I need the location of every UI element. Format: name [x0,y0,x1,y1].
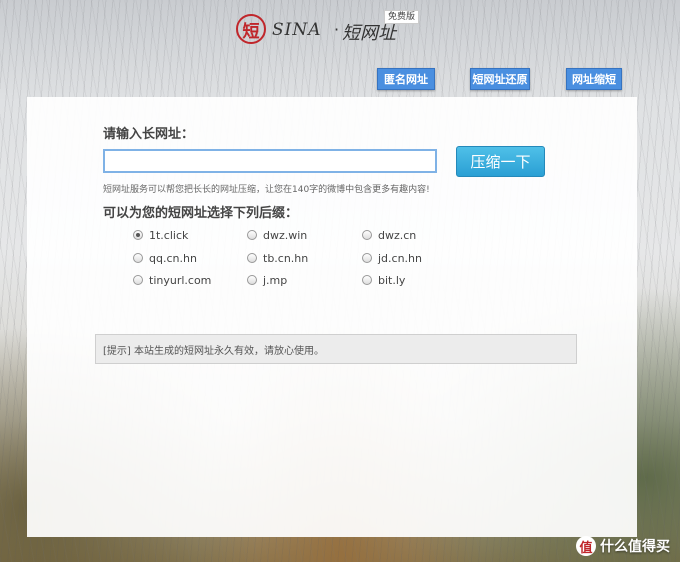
suffix-label-text: tinyurl.com [149,273,212,287]
suffix-label-text: tb.cn.hn [263,251,309,265]
radio-icon[interactable] [362,230,372,240]
radio-icon[interactable] [362,275,372,285]
suffix-label-text: j.mp [263,273,288,287]
suffix-option-j-mp[interactable]: j.mp [247,272,287,288]
main-panel: 请输入长网址： 压缩一下 短网址服务可以帮您把长长的网址压缩，让您在140字的微… [27,97,637,537]
watermark: 值 什么值得买 [576,536,670,556]
suffix-label-text: jd.cn.hn [378,251,422,265]
suffix-option-jd-cn-hn[interactable]: jd.cn.hn [362,250,422,266]
radio-icon[interactable] [247,253,257,263]
service-hint: 短网址服务可以帮您把长长的网址压缩，让您在140字的微博中包含更多有趣内容! [103,185,430,195]
watermark-badge-icon: 值 [576,536,596,556]
logo-badge: 短 [236,14,266,44]
restore-url-button[interactable]: 短网址还原 [470,68,530,90]
suffix-label-text: dwz.cn [378,228,417,242]
suffix-label-text: 1t.click [149,228,189,242]
suffix-label-text: bit.ly [378,273,406,287]
watermark-text: 什么值得买 [600,539,670,555]
radio-icon[interactable] [133,253,143,263]
logo-sina-text: SINA [272,20,322,40]
suffix-option-tb-cn-hn[interactable]: tb.cn.hn [247,250,308,266]
radio-icon[interactable] [247,230,257,240]
radio-icon[interactable] [247,275,257,285]
suffix-option-1t-click[interactable]: 1t.click [133,227,188,243]
suffix-label-text: qq.cn.hn [149,251,197,265]
radio-icon[interactable] [362,253,372,263]
long-url-input[interactable] [103,149,437,173]
suffix-option-bit-ly[interactable]: bit.ly [362,272,405,288]
suffix-label: 可以为您的短网址选择下列后缀： [103,206,299,221]
free-version-badge: 免费版 [384,10,420,24]
radio-icon[interactable] [133,275,143,285]
logo-dot: · [334,20,340,39]
suffix-option-qq-cn-hn[interactable]: qq.cn.hn [133,250,197,266]
suffix-option-dwz-cn[interactable]: dwz.cn [362,227,416,243]
suffix-option-tinyurl-com[interactable]: tinyurl.com [133,272,211,288]
radio-icon[interactable] [133,230,143,240]
compress-button[interactable]: 压缩一下 [456,146,545,177]
shorten-url-button[interactable]: 网址缩短 [566,68,622,90]
long-url-label: 请输入长网址： [103,127,195,142]
site-logo[interactable]: 短 SINA · 短网址 免费版 [236,10,422,50]
anon-url-button[interactable]: 匿名网址 [377,68,435,90]
notice-box: [提示] 本站生成的短网址永久有效，请放心使用。 [95,334,577,364]
suffix-option-dwz-win[interactable]: dwz.win [247,227,307,243]
suffix-label-text: dwz.win [263,228,308,242]
